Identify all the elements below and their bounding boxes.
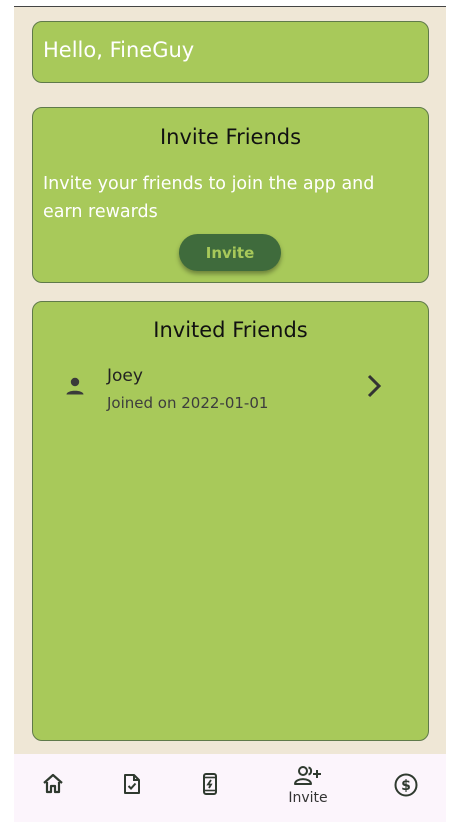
nav-item-phone[interactable] <box>180 754 240 822</box>
nav-item-home[interactable] <box>23 754 83 822</box>
invite-friends-card: Invite Friends Invite your friends to jo… <box>32 107 429 283</box>
invite-button[interactable]: Invite <box>179 234 281 271</box>
friend-name: Joey <box>107 366 143 386</box>
dollar-coin-icon: $ <box>394 773 418 797</box>
nav-item-invite[interactable]: Invite <box>278 754 338 822</box>
nav-item-tasks[interactable] <box>102 754 162 822</box>
invited-friends-card: Invited Friends Joey Joined on 2022-01-0… <box>32 301 429 741</box>
app-screen: Hello, FineGuy Invite Friends Invite you… <box>14 6 446 822</box>
svg-text:$: $ <box>401 778 411 794</box>
task-document-icon <box>124 774 140 794</box>
greeting-text: Hello, FineGuy <box>43 38 195 62</box>
greeting-card: Hello, FineGuy <box>32 21 429 83</box>
nav-item-earnings[interactable]: $ <box>376 754 436 822</box>
friend-joined-date: Joined on 2022-01-01 <box>107 394 269 412</box>
chevron-right-icon[interactable] <box>363 370 387 402</box>
phone-charging-icon <box>203 773 217 795</box>
invite-card-title: Invite Friends <box>159 125 302 149</box>
home-icon <box>43 773 63 794</box>
bottom-navigation-bar: Invite $ <box>14 754 446 822</box>
person-icon <box>66 377 84 395</box>
friend-list-item[interactable]: Joey Joined on 2022-01-01 <box>33 362 428 418</box>
invited-friends-title: Invited Friends <box>153 318 308 342</box>
invite-card-description: Invite your friends to join the app and … <box>43 174 375 222</box>
add-person-icon <box>294 766 321 785</box>
nav-label-invite: Invite <box>288 790 328 806</box>
